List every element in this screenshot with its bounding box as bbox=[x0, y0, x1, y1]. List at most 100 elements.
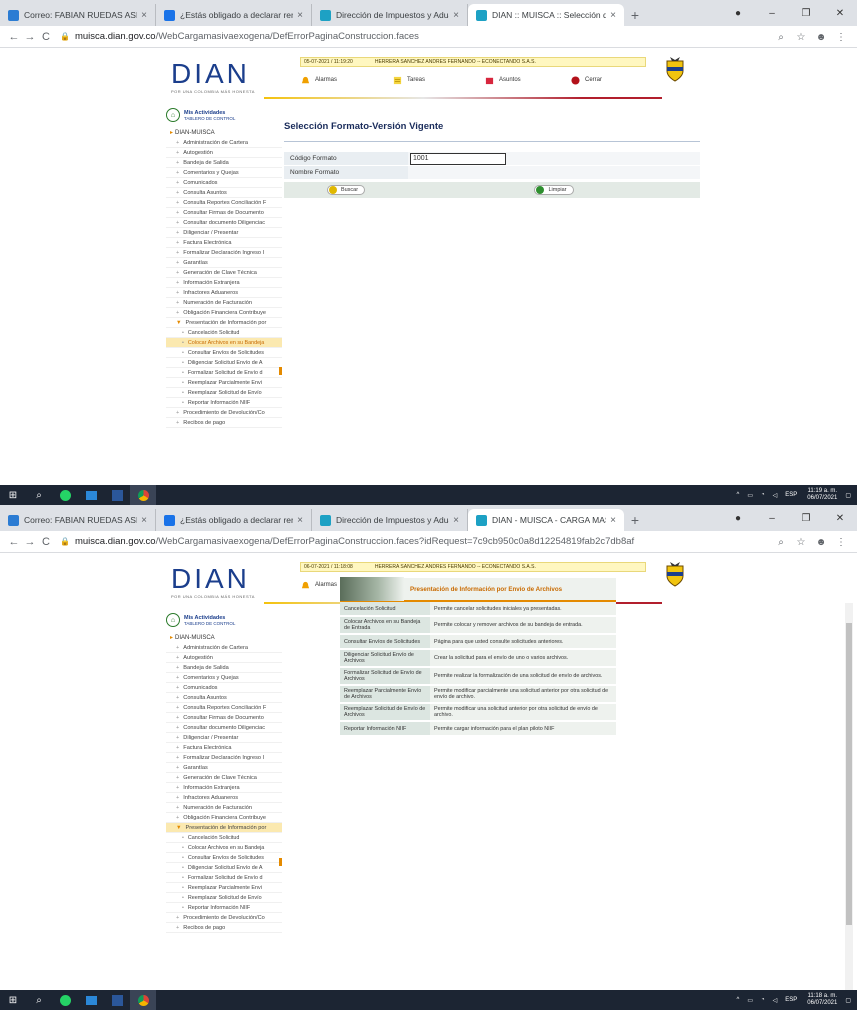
buscar-button[interactable]: Buscar bbox=[326, 185, 366, 195]
panel-option-link[interactable]: Reemplazar Parcialmente Envío de Archivo… bbox=[340, 686, 430, 702]
sidebar-subitem[interactable]: • Diligenciar Solicitud Envío de A bbox=[166, 863, 282, 873]
wifi-icon[interactable]: ◔ bbox=[761, 997, 765, 1003]
menu-icon[interactable]: ⋮ bbox=[831, 537, 851, 548]
browser-tab[interactable]: ¿Estás obligado a declarar renta × bbox=[156, 4, 312, 26]
close-window-icon[interactable]: ✕ bbox=[823, 513, 857, 524]
sidebar-collapse-handle[interactable] bbox=[279, 858, 282, 866]
url-field[interactable]: 🔒 muisca.dian.gov.co/WebCargamasivaexoge… bbox=[60, 536, 634, 547]
notifications-icon[interactable]: ▢ bbox=[845, 492, 851, 499]
account-icon[interactable]: ☻ bbox=[811, 32, 831, 43]
sidebar-subitem[interactable]: • Reportar Información NIIF bbox=[166, 903, 282, 913]
sidebar-item[interactable]: + Administración de Cartera bbox=[166, 643, 282, 653]
clock[interactable]: 11:19 a. m. 06/07/2021 bbox=[807, 488, 837, 502]
new-tab-button[interactable]: + bbox=[624, 4, 646, 26]
sidebar-subitem[interactable]: • Consultar Envíos de Solicitudes bbox=[166, 348, 282, 358]
sidebar-subitem[interactable]: • Colocar Archivos en su Bandeja bbox=[166, 338, 282, 348]
sidebar-item[interactable]: + Recibos de pago bbox=[166, 923, 282, 933]
close-icon[interactable]: × bbox=[453, 515, 459, 526]
panel-option-link[interactable]: Cancelación Solicitud bbox=[340, 602, 430, 615]
back-icon[interactable]: ← bbox=[6, 31, 22, 43]
reload-icon[interactable]: C bbox=[38, 536, 54, 548]
sidebar-item[interactable]: + Generación de Clave Técnica bbox=[166, 773, 282, 783]
sidebar-subitem[interactable]: • Reemplazar Solicitud de Envío bbox=[166, 893, 282, 903]
search-icon[interactable]: ⌕ bbox=[26, 990, 52, 1010]
word-icon[interactable] bbox=[104, 990, 130, 1010]
whatsapp-icon[interactable] bbox=[52, 990, 78, 1010]
sidebar-item[interactable]: + Consulta Reportes Conciliación F bbox=[166, 198, 282, 208]
sidebar-item[interactable]: + Procedimiento de Devolución/Co bbox=[166, 913, 282, 923]
sidebar-subitem[interactable]: • Formalizar Solicitud de Envío d bbox=[166, 873, 282, 883]
sidebar-subitem[interactable]: • Diligenciar Solicitud Envío de A bbox=[166, 358, 282, 368]
browser-tab[interactable]: Correo: FABIAN RUEDAS ASESOR × bbox=[0, 4, 156, 26]
close-icon[interactable]: × bbox=[610, 10, 616, 21]
sidebar-item[interactable]: + Información Extranjera bbox=[166, 278, 282, 288]
sidebar-item[interactable]: + Recibos de pago bbox=[166, 418, 282, 428]
sidebar-item[interactable]: + Garantías bbox=[166, 763, 282, 773]
chevron-up-icon[interactable]: ^ bbox=[737, 492, 740, 498]
close-icon[interactable]: × bbox=[141, 515, 147, 526]
volume-icon[interactable]: ◁ bbox=[773, 997, 778, 1004]
sidebar-subitem[interactable]: • Consultar Envíos de Solicitudes bbox=[166, 853, 282, 863]
profile-icon[interactable]: ● bbox=[721, 8, 755, 19]
search-icon[interactable]: ⌕ bbox=[771, 537, 791, 548]
language-indicator[interactable]: ESP bbox=[785, 492, 797, 498]
sidebar-item[interactable]: + Obligación Financiera Contribuye bbox=[166, 813, 282, 823]
reload-icon[interactable]: C bbox=[38, 31, 54, 43]
sidebar-subitem[interactable]: • Cancelación Solicitud bbox=[166, 328, 282, 338]
sidebar-item[interactable]: + Autogestión bbox=[166, 653, 282, 663]
battery-icon[interactable]: ▭ bbox=[747, 492, 753, 499]
mis-actividades-link[interactable]: ⌂ Mis Actividades TABLERO DE CONTROL bbox=[166, 105, 282, 125]
restore-icon[interactable]: ❐ bbox=[789, 8, 823, 19]
browser-tab[interactable]: ¿Estás obligado a declarar renta × bbox=[156, 509, 312, 531]
close-icon[interactable]: × bbox=[297, 10, 303, 21]
limpiar-button[interactable]: Limpiar bbox=[534, 185, 574, 195]
sidebar-item[interactable]: ▼ Presentación de Información por bbox=[166, 823, 282, 833]
sidebar-item[interactable]: + Consultar Firmas de Documento bbox=[166, 208, 282, 218]
sidebar-item[interactable]: + Comentarios y Quejas bbox=[166, 673, 282, 683]
sidebar-item[interactable]: + Factura Electrónica bbox=[166, 743, 282, 753]
url-field[interactable]: 🔒 muisca.dian.gov.co/WebCargamasivaexoge… bbox=[60, 31, 419, 42]
chevron-up-icon[interactable]: ^ bbox=[737, 997, 740, 1003]
new-tab-button[interactable]: + bbox=[624, 509, 646, 531]
sidebar-item[interactable]: + Comunicados bbox=[166, 683, 282, 693]
sidebar-item[interactable]: + Obligación Financiera Contribuye bbox=[166, 308, 282, 318]
sidebar-item[interactable]: + Infractores Aduaneros bbox=[166, 288, 282, 298]
sidebar-item[interactable]: + Diligenciar / Presentar bbox=[166, 228, 282, 238]
back-icon[interactable]: ← bbox=[6, 536, 22, 548]
sidebar-item[interactable]: + Consulta Asuntos bbox=[166, 693, 282, 703]
close-icon[interactable]: × bbox=[453, 10, 459, 21]
browser-tab-active[interactable]: DIAN :: MUISCA :: Selección del × bbox=[468, 4, 624, 26]
sidebar-item[interactable]: + Información Extranjera bbox=[166, 783, 282, 793]
dian-logo[interactable]: DIAN POR UNA COLOMBIA MÁS HONESTA bbox=[171, 564, 261, 604]
menu-icon[interactable]: ⋮ bbox=[831, 32, 851, 43]
sidebar-item[interactable]: + Garantías bbox=[166, 258, 282, 268]
dian-logo[interactable]: DIAN POR UNA COLOMBIA MÁS HONESTA bbox=[171, 59, 261, 99]
wifi-icon[interactable]: ◔ bbox=[761, 492, 765, 498]
forward-icon[interactable]: → bbox=[22, 536, 38, 548]
minimize-icon[interactable]: – bbox=[755, 513, 789, 524]
nombre-formato-field[interactable] bbox=[408, 166, 700, 179]
browser-tab-active[interactable]: DIAN - MUISCA - CARGA MASIV × bbox=[468, 509, 624, 531]
alarmas-link[interactable]: Alarmas bbox=[300, 76, 392, 85]
sidebar-item[interactable]: + Numeración de Facturación bbox=[166, 803, 282, 813]
sidebar-item[interactable]: + Generación de Clave Técnica bbox=[166, 268, 282, 278]
volume-icon[interactable]: ◁ bbox=[773, 492, 778, 499]
sidebar-item[interactable]: + Consulta Reportes Conciliación F bbox=[166, 703, 282, 713]
sidebar-item[interactable]: + Formalizar Declaración Ingreso I bbox=[166, 753, 282, 763]
close-icon[interactable]: × bbox=[297, 515, 303, 526]
sidebar-collapse-handle[interactable] bbox=[279, 367, 282, 375]
nav-root[interactable]: ▸ DIAN-MUISCA bbox=[166, 633, 282, 643]
sidebar-item[interactable]: + Consultar documento Diligenciac bbox=[166, 723, 282, 733]
page-scrollbar[interactable] bbox=[845, 603, 853, 990]
browser-tab[interactable]: Dirección de Impuestos y Aduana × bbox=[312, 509, 468, 531]
whatsapp-icon[interactable] bbox=[52, 485, 78, 505]
sidebar-item[interactable]: + Administración de Cartera bbox=[166, 138, 282, 148]
panel-option-link[interactable]: Colocar Archivos en su Bandeja de Entrad… bbox=[340, 617, 430, 633]
panel-option-link[interactable]: Consultar Envíos de Solicitudes bbox=[340, 635, 430, 648]
word-icon[interactable] bbox=[104, 485, 130, 505]
sidebar-subitem[interactable]: • Reemplazar Parcialmente Envi bbox=[166, 378, 282, 388]
sidebar-item[interactable]: + Comunicados bbox=[166, 178, 282, 188]
sidebar-item[interactable]: + Consulta Asuntos bbox=[166, 188, 282, 198]
sidebar-item[interactable]: + Procedimiento de Devolución/Co bbox=[166, 408, 282, 418]
language-indicator[interactable]: ESP bbox=[785, 997, 797, 1003]
